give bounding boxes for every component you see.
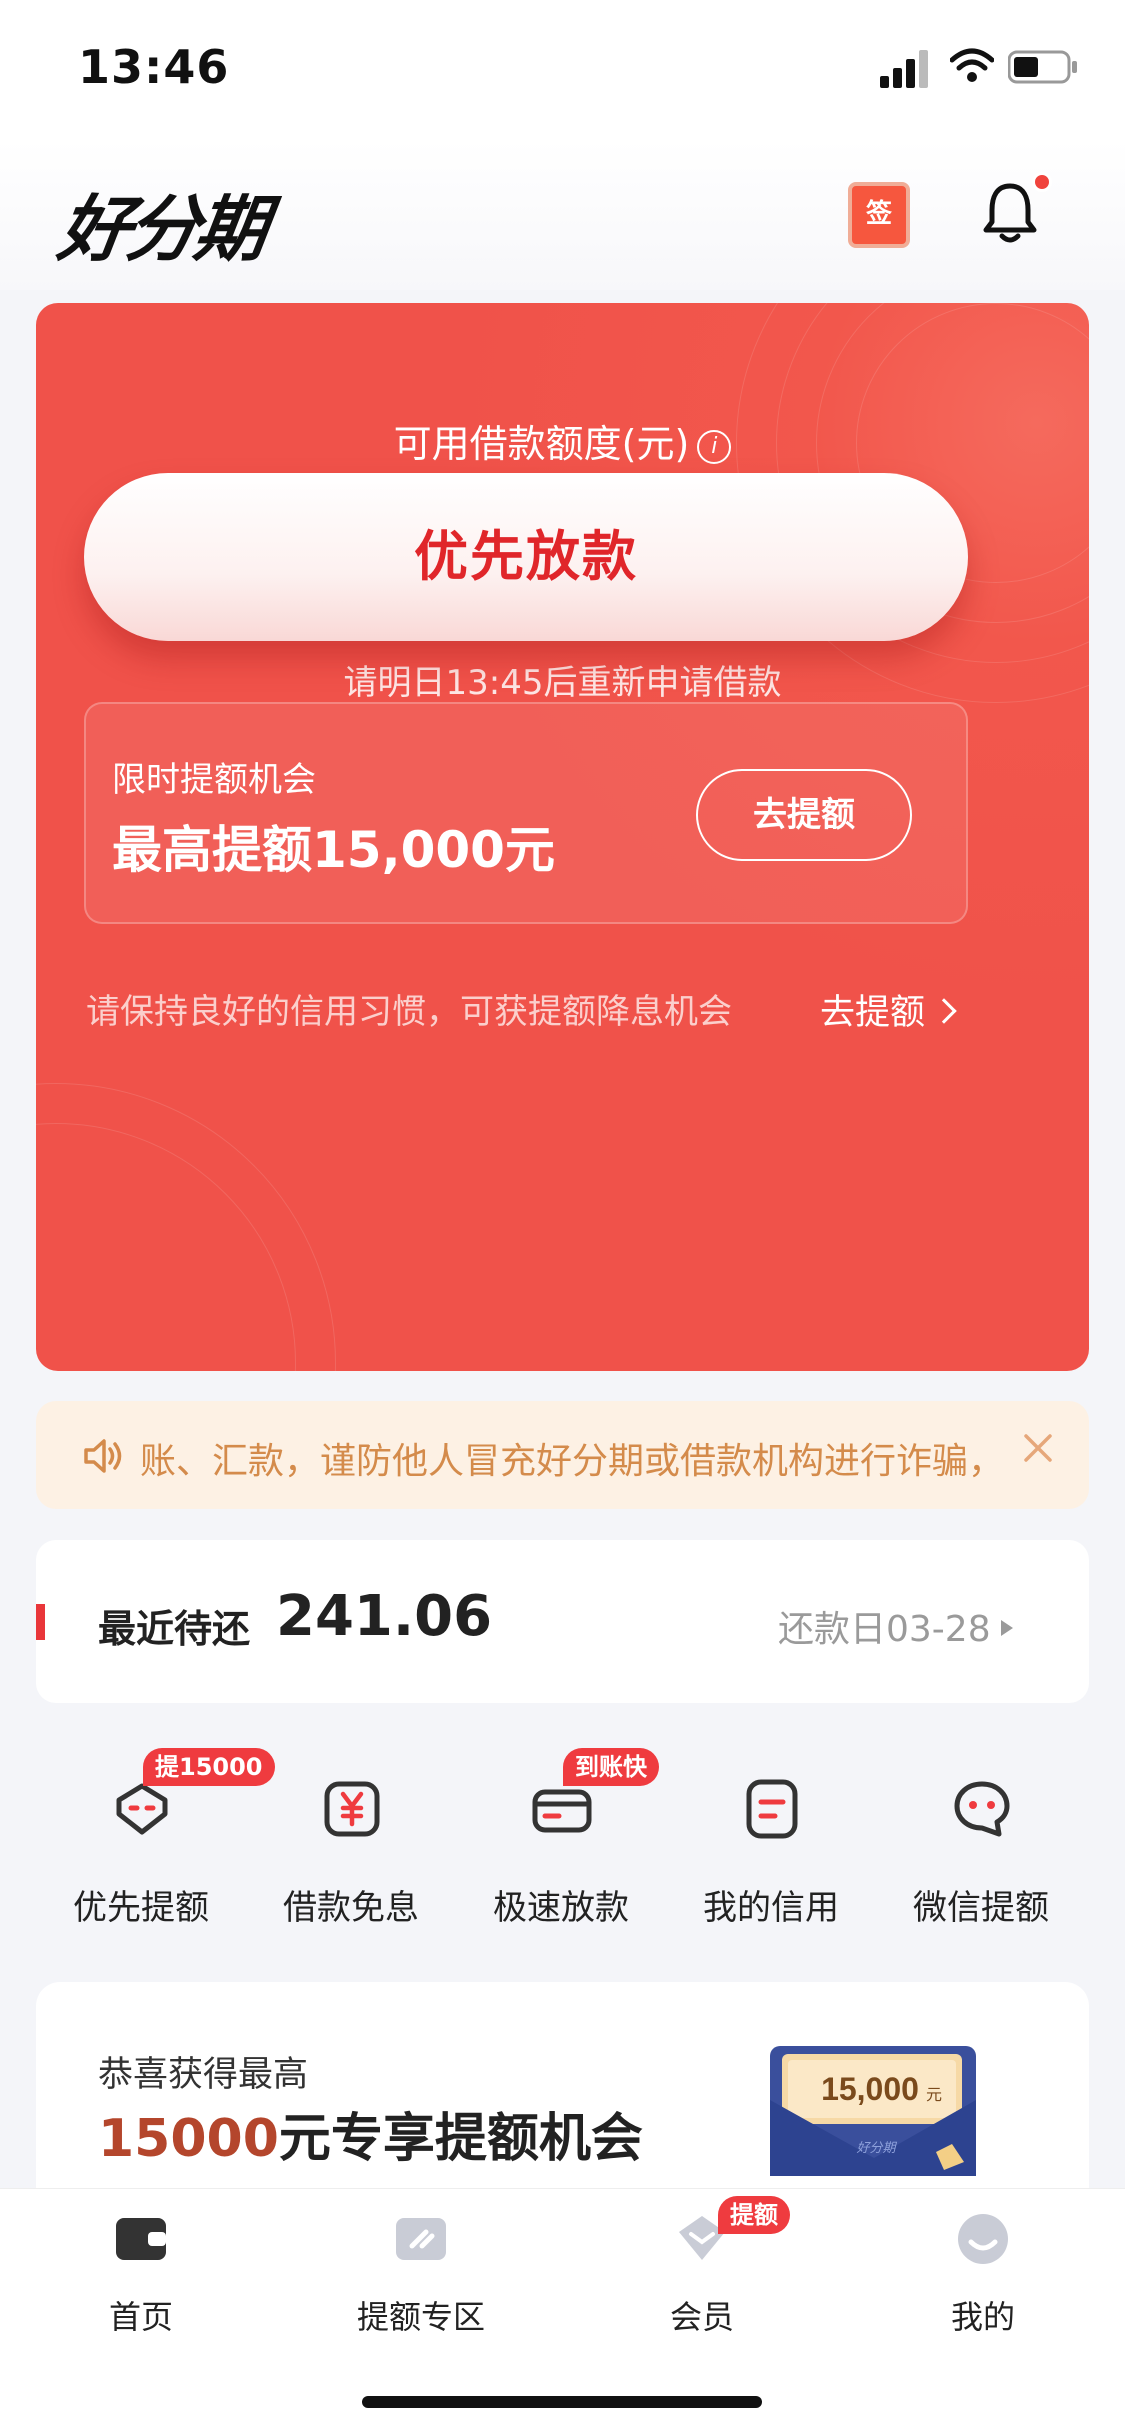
tab-mine[interactable]: 我的: [883, 2208, 1083, 2338]
wifi-icon: [950, 48, 994, 82]
limit-boost-title: 最高提额15,000元: [112, 821, 555, 879]
shortcut-label: 借款免息: [283, 1888, 419, 1928]
profile-icon: [958, 2214, 1008, 2264]
tab-home[interactable]: 首页: [41, 2208, 241, 2338]
close-icon[interactable]: [1018, 1428, 1058, 1468]
limit-boost-subtitle: 限时提额机会: [112, 760, 316, 800]
envelope-logo: 好分期: [856, 2140, 897, 2155]
tag-face-icon: [116, 1783, 168, 1835]
tab-label: 会员: [669, 2298, 734, 2336]
shortcut-badge: 提15000: [143, 1748, 275, 1786]
repayment-amount: 241.06: [276, 1584, 493, 1649]
shortcut-badge: 到账快: [563, 1748, 659, 1786]
home-indicator: [362, 2396, 762, 2408]
shortcut-label: 我的信用: [703, 1888, 839, 1928]
credit-doc-icon: [746, 1779, 798, 1839]
info-icon[interactable]: i: [697, 429, 732, 464]
envelope-illustration: 15,000 元 好分期: [770, 2046, 976, 2176]
wallet-icon: [116, 2218, 166, 2260]
credit-habit-tip: 请保持良好的信用习惯，可获提额降息机会: [86, 992, 732, 1032]
wallet-card-icon: [532, 1789, 592, 1833]
envelope-unit: 元: [926, 2087, 942, 2104]
boost-limit-link[interactable]: 去提额: [820, 984, 957, 1035]
shortcut-interest-free[interactable]: 借款免息: [261, 1770, 441, 1930]
promo-card-subtitle: 恭喜获得最高: [98, 2055, 309, 2095]
retry-notice: 请明日13:45后重新申请借款: [343, 663, 782, 703]
repayment-accent-bar: [36, 1604, 45, 1640]
fraud-notice-text: 账、汇款，谨防他人冒充好分期或借款机构进行诈骗，: [140, 1441, 1005, 1482]
caret-right-icon: [1000, 1620, 1013, 1636]
tab-label: 提额专区: [356, 2298, 485, 2336]
tab-boost-zone[interactable]: 提额专区: [321, 2208, 521, 2338]
yuan-icon: [324, 1781, 380, 1837]
tab-label: 首页: [108, 2298, 173, 2336]
credit-label: 可用借款额度(元) i: [36, 413, 1089, 468]
boost-limit-button[interactable]: 去提额: [696, 769, 912, 861]
shortcut-my-credit[interactable]: 我的信用: [681, 1770, 861, 1930]
promo-card-title: 15000元专享提额机会: [98, 2109, 643, 2169]
status-time: 13:46: [78, 40, 230, 94]
envelope-amount: 15,000: [821, 2071, 919, 2107]
tab-member[interactable]: 提额 会员: [602, 2196, 802, 2338]
shortcut-priority-boost[interactable]: 提15000 优先提额: [51, 1748, 275, 1930]
repayment-date[interactable]: 还款日03-28: [778, 1600, 1013, 1652]
bell-icon[interactable]: [980, 180, 1040, 244]
shortcut-fast-loan[interactable]: 到账快 极速放款: [471, 1748, 659, 1930]
wechat-bubble-icon: [954, 1781, 1010, 1837]
shortcut-wechat-boost[interactable]: 微信提额: [891, 1770, 1071, 1930]
tab-badge: 提额: [718, 2196, 790, 2234]
calendar-sign-icon[interactable]: 签: [848, 182, 910, 248]
shortcut-label: 优先提额: [73, 1888, 209, 1928]
notification-dot: [1032, 172, 1052, 192]
priority-loan-button[interactable]: 优先放款: [84, 473, 968, 641]
battery-icon: [1008, 50, 1077, 84]
tab-label: 我的: [950, 2298, 1015, 2336]
chevron-right-icon: [931, 998, 957, 1024]
shortcut-label: 极速放款: [493, 1888, 629, 1928]
repayment-label: 最近待还: [98, 1607, 251, 1651]
shortcut-label: 微信提额: [913, 1888, 1049, 1928]
credit-card-icon: [396, 2218, 446, 2260]
speaker-icon: [84, 1439, 122, 1473]
signal-icon: [880, 50, 928, 88]
app-logo: 好分期: [53, 187, 270, 271]
